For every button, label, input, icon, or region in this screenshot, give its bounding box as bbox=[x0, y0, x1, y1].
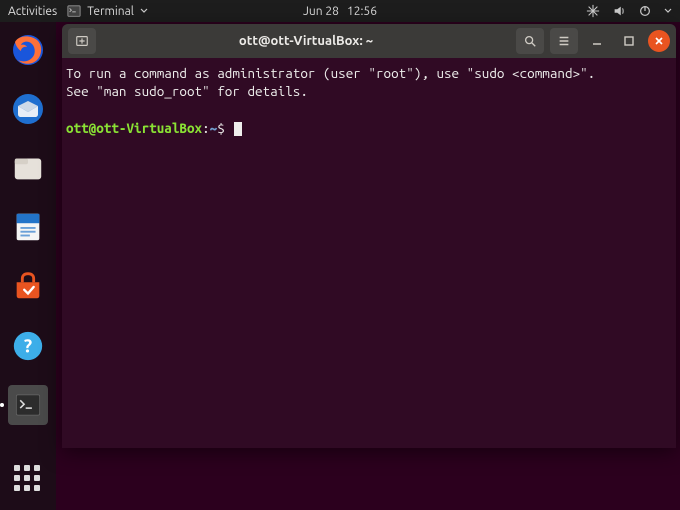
close-button[interactable] bbox=[648, 30, 670, 52]
gnome-topbar: Activities Terminal Jun 28 12:56 bbox=[0, 0, 680, 22]
thunderbird-icon bbox=[10, 91, 46, 127]
maximize-button[interactable] bbox=[616, 29, 642, 53]
ubuntu-software-icon bbox=[11, 269, 45, 303]
terminal-window: ott@ott-VirtualBox: ~ bbox=[62, 24, 676, 448]
terminal-icon bbox=[67, 4, 81, 18]
show-applications-button[interactable] bbox=[14, 465, 42, 492]
libreoffice-writer-icon bbox=[11, 210, 45, 244]
time-label: 12:56 bbox=[347, 5, 377, 18]
topbar-left: Activities Terminal bbox=[8, 4, 148, 18]
chevron-down-icon bbox=[664, 7, 672, 15]
clock[interactable]: Jun 28 12:56 bbox=[303, 5, 377, 18]
terminal-icon bbox=[13, 391, 43, 419]
date-label: Jun 28 bbox=[303, 5, 339, 18]
dock: ? bbox=[0, 22, 56, 510]
hamburger-menu-button[interactable] bbox=[550, 28, 578, 54]
help-icon: ? bbox=[11, 329, 45, 363]
dock-item-files[interactable] bbox=[8, 148, 48, 187]
workspace: ott@ott-VirtualBox: ~ bbox=[56, 22, 680, 510]
maximize-icon bbox=[623, 35, 635, 47]
firefox-icon bbox=[10, 32, 46, 68]
new-tab-icon bbox=[75, 34, 89, 48]
files-icon bbox=[11, 151, 45, 185]
prompt-symbol: $ bbox=[217, 120, 225, 136]
motd-line-2: See "man sudo_root" for details. bbox=[66, 83, 308, 99]
dock-item-libreoffice-writer[interactable] bbox=[8, 208, 48, 247]
terminal-content[interactable]: To run a command as administrator (user … bbox=[62, 58, 676, 448]
search-icon bbox=[523, 34, 537, 48]
dock-item-terminal[interactable] bbox=[8, 385, 48, 424]
minimize-icon bbox=[591, 35, 603, 47]
power-icon bbox=[638, 4, 652, 18]
cursor bbox=[234, 122, 242, 136]
dock-item-help[interactable]: ? bbox=[8, 326, 48, 365]
close-icon bbox=[654, 36, 664, 46]
motd-line-1: To run a command as administrator (user … bbox=[66, 65, 595, 81]
activities-button[interactable]: Activities bbox=[8, 5, 57, 18]
hamburger-icon bbox=[557, 34, 571, 48]
dock-item-firefox[interactable] bbox=[8, 30, 48, 69]
dock-item-ubuntu-software[interactable] bbox=[8, 267, 48, 306]
app-menu[interactable]: Terminal bbox=[67, 4, 148, 18]
window-title: ott@ott-VirtualBox: ~ bbox=[102, 34, 510, 48]
dock-item-thunderbird[interactable] bbox=[8, 89, 48, 128]
chevron-down-icon bbox=[140, 7, 148, 15]
volume-icon bbox=[612, 4, 626, 18]
prompt-userhost: ott@ott-VirtualBox bbox=[66, 120, 202, 136]
main-area: ? ott@ott-VirtualBox: ~ bbox=[0, 22, 680, 510]
new-tab-button[interactable] bbox=[68, 28, 96, 54]
prompt-separator: : bbox=[202, 120, 210, 136]
network-icon bbox=[586, 4, 600, 18]
titlebar-right bbox=[516, 28, 670, 54]
search-button[interactable] bbox=[516, 28, 544, 54]
app-menu-label: Terminal bbox=[87, 5, 134, 18]
status-area[interactable] bbox=[586, 4, 672, 18]
svg-text:?: ? bbox=[24, 334, 32, 356]
minimize-button[interactable] bbox=[584, 29, 610, 53]
window-titlebar[interactable]: ott@ott-VirtualBox: ~ bbox=[62, 24, 676, 58]
